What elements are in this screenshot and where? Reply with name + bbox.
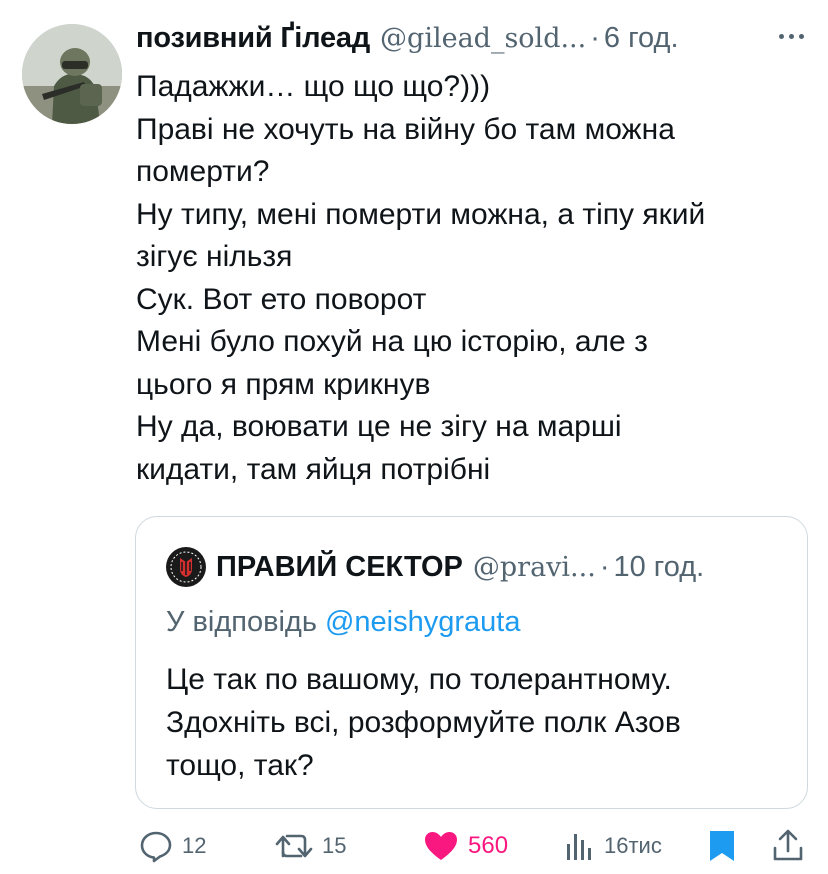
author-name[interactable]: позивний Ґілеад bbox=[136, 22, 370, 55]
share-icon bbox=[773, 829, 803, 861]
quoted-author-name[interactable]: ПРАВИЙ СЕКТОР bbox=[216, 551, 463, 584]
views-icon bbox=[567, 834, 591, 860]
quoted-line: Здохніть всі, розформуйте полк Азов bbox=[166, 706, 681, 739]
retweet-icon bbox=[275, 834, 313, 858]
reply-prefix: У відповідь bbox=[166, 606, 317, 638]
tweet-line: зігує нільзя bbox=[136, 240, 293, 273]
views-button[interactable]: 16тис bbox=[562, 826, 662, 866]
tweet-line: цього я прям крикнув bbox=[136, 367, 431, 401]
bookmark-icon bbox=[710, 831, 734, 861]
tweet-header: позивний Ґілеад @gilead_sold... · 6 год. bbox=[136, 22, 806, 62]
retweet-button[interactable]: 15 bbox=[274, 826, 346, 866]
tweet-line: Ну типу, мені померти можна, а тіпу який bbox=[136, 197, 706, 231]
quoted-tweet-header: ПРАВИЙ СЕКТОР @pravi... · 10 год. bbox=[166, 547, 704, 587]
reply-count: 12 bbox=[182, 833, 207, 858]
reply-mention-link[interactable]: @neishygrauta bbox=[325, 606, 521, 638]
tweet: позивний Ґілеад @gilead_sold... · 6 год.… bbox=[136, 22, 806, 491]
tweet-line: Сук. Вот ето поворот bbox=[136, 282, 427, 316]
tweet-line: Падажжи… що що що?))) bbox=[136, 70, 491, 103]
quoted-tweet[interactable]: ПРАВИЙ СЕКТОР @pravi... · 10 год. У відп… bbox=[135, 516, 808, 809]
separator: · bbox=[599, 550, 610, 583]
share-button[interactable] bbox=[770, 826, 806, 866]
reply-context: У відповідь @neishygrauta bbox=[166, 606, 520, 639]
bookmark-button[interactable] bbox=[706, 826, 738, 866]
tweet-line: померти? bbox=[136, 155, 270, 188]
quoted-line: тощо, так? bbox=[166, 749, 314, 782]
quoted-tweet-text: Це так по вашому, по толерантному. Здохн… bbox=[166, 658, 786, 787]
quoted-author-handle[interactable]: @pravi... bbox=[473, 552, 596, 583]
reply-icon bbox=[140, 831, 172, 863]
author-avatar[interactable] bbox=[22, 24, 122, 124]
author-handle[interactable]: @gilead_sold... bbox=[380, 23, 586, 54]
like-count: 560 bbox=[468, 832, 509, 859]
views-count: 16тис bbox=[604, 833, 662, 858]
tweet-line: Праві не хочуть на війну бо там можна bbox=[136, 112, 675, 146]
heart-icon bbox=[425, 832, 457, 860]
separator: · bbox=[590, 22, 600, 54]
quoted-tweet-time[interactable]: 10 год. bbox=[613, 551, 704, 584]
tweet-line: кидати, там яйця потрібні bbox=[136, 452, 491, 486]
reply-button[interactable]: 12 bbox=[138, 826, 206, 866]
like-button[interactable]: 560 bbox=[422, 826, 508, 866]
tweet-line: Мені було похуй на цю історію, але з bbox=[136, 325, 648, 358]
more-icon[interactable] bbox=[779, 34, 804, 39]
tweet-time[interactable]: 6 год. bbox=[604, 22, 679, 55]
quoted-author-avatar[interactable] bbox=[166, 547, 206, 587]
action-bar: 12 15 560 16тис bbox=[138, 826, 810, 866]
tweet-line: Ну да, воювати це не зігу на марші bbox=[136, 410, 622, 443]
quoted-line: Це так по вашому, по толерантному. bbox=[166, 663, 672, 696]
retweet-count: 15 bbox=[322, 833, 347, 858]
tweet-text: Падажжи… що що що?))) Праві не хочуть на… bbox=[136, 66, 806, 491]
